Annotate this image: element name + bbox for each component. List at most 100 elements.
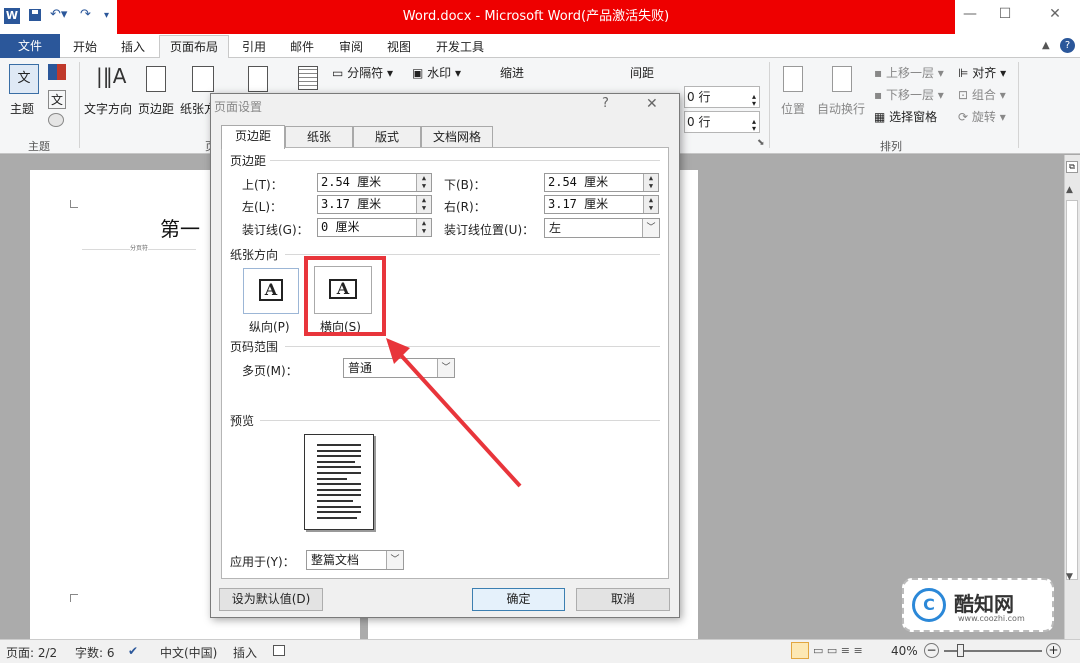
margins-button[interactable]: 页边距 bbox=[138, 100, 174, 117]
spacing-before-field[interactable]: 0 行 ▴ ▾ bbox=[684, 86, 760, 108]
left-margin-spinner[interactable]: ▲ ▼ bbox=[416, 196, 431, 213]
dialog-tab-layout[interactable]: 版式 bbox=[353, 126, 421, 148]
gutter-spinner[interactable]: ▲ ▼ bbox=[416, 219, 431, 236]
collapse-ribbon-icon[interactable]: ▲ bbox=[1042, 40, 1050, 51]
zoom-in-button[interactable]: + bbox=[1046, 643, 1061, 658]
tab-mailings[interactable]: 邮件 bbox=[284, 38, 320, 58]
save-icon[interactable] bbox=[28, 8, 42, 25]
undo-icon[interactable]: ↶▾ bbox=[50, 7, 67, 22]
preview-line bbox=[317, 511, 361, 514]
left-margin-field[interactable]: 3.17 厘米 ▲ ▼ bbox=[317, 195, 432, 214]
scroll-thumb[interactable] bbox=[1066, 200, 1078, 580]
restore-button[interactable]: ☐ bbox=[990, 6, 1020, 28]
zoom-slider-thumb[interactable] bbox=[957, 644, 964, 657]
preview-line bbox=[317, 505, 361, 508]
right-margin-spinner[interactable]: ▲ ▼ bbox=[643, 196, 658, 213]
rotate-button[interactable]: ⟳ 旋转 ▾ bbox=[958, 108, 1006, 125]
top-margin-field[interactable]: 2.54 厘米 ▲ ▼ bbox=[317, 173, 432, 192]
theme-effects-icon[interactable] bbox=[48, 113, 64, 127]
view-print-layout-icon[interactable] bbox=[791, 642, 809, 659]
portrait-option[interactable]: A bbox=[243, 268, 299, 314]
word-app-icon[interactable]: W bbox=[4, 8, 20, 24]
position-button[interactable]: 位置 bbox=[781, 100, 805, 117]
columns-icon bbox=[298, 66, 318, 90]
bottom-margin-spinner[interactable]: ▲ ▼ bbox=[643, 174, 658, 191]
margins-section-label: 页边距 bbox=[230, 152, 271, 169]
dialog-close-button[interactable]: ✕ bbox=[646, 96, 658, 112]
tab-view[interactable]: 视图 bbox=[381, 38, 417, 58]
chevron-down-icon: ﹀ bbox=[642, 219, 659, 237]
language[interactable]: 中文(中国) bbox=[160, 644, 217, 661]
orientation-icon bbox=[192, 66, 214, 92]
highlight-box bbox=[304, 256, 386, 336]
top-margin-spinner[interactable]: ▲ ▼ bbox=[416, 174, 431, 191]
site-watermark-url: www.coozhi.com bbox=[958, 614, 1025, 623]
dialog-tab-paper[interactable]: 纸张 bbox=[285, 126, 353, 148]
themes-icon[interactable]: 文 bbox=[9, 64, 39, 94]
view-buttons-icon[interactable]: ▭ ▭ ≡ ≡ bbox=[813, 644, 863, 657]
themes-button[interactable]: 主题 bbox=[10, 100, 34, 117]
margin-corner-mark bbox=[70, 200, 78, 208]
bring-forward-button[interactable]: ▪ 上移一层 ▾ bbox=[874, 64, 944, 81]
bottom-margin-field[interactable]: 2.54 厘米 ▲ ▼ bbox=[544, 173, 659, 192]
right-margin-field[interactable]: 3.17 厘米 ▲ ▼ bbox=[544, 195, 659, 214]
macro-record-icon[interactable] bbox=[273, 645, 285, 656]
gutter-position-select[interactable]: 左 ﹀ bbox=[544, 218, 660, 238]
selection-pane-button[interactable]: ▦ 选择窗格 bbox=[874, 108, 937, 125]
tab-developer[interactable]: 开发工具 bbox=[430, 38, 490, 58]
dialog-help-button[interactable]: ? bbox=[602, 96, 609, 111]
send-backward-button[interactable]: ▪ 下移一层 ▾ bbox=[874, 86, 944, 103]
preview-line bbox=[317, 444, 361, 446]
zoom-out-button[interactable]: − bbox=[924, 643, 939, 658]
ok-button[interactable]: 确定 bbox=[472, 588, 565, 611]
divider bbox=[769, 62, 770, 148]
watermark-button[interactable]: ▣ 水印 ▾ bbox=[412, 64, 461, 81]
scroll-up-icon[interactable]: ▲ bbox=[1066, 185, 1073, 195]
breaks-button[interactable]: ▭ 分隔符 ▾ bbox=[332, 64, 393, 81]
gutter-field[interactable]: 0 厘米 ▲ ▼ bbox=[317, 218, 432, 237]
scroll-down-icon[interactable]: ▼ bbox=[1066, 572, 1073, 582]
align-button[interactable]: ⊫ 对齐 ▾ bbox=[958, 64, 1006, 81]
paragraph-launcher-icon[interactable]: ⬊ bbox=[757, 138, 765, 148]
preview-line bbox=[317, 466, 361, 469]
theme-colors-icon[interactable] bbox=[48, 64, 66, 80]
minimize-button[interactable]: — bbox=[955, 6, 985, 28]
set-as-default-button[interactable]: 设为默认值(D) bbox=[219, 588, 323, 611]
insert-mode[interactable]: 插入 bbox=[233, 644, 257, 661]
tab-file[interactable]: 文件 bbox=[0, 34, 60, 58]
tab-references[interactable]: 引用 bbox=[236, 38, 272, 58]
proofing-icon[interactable]: ✔︎ bbox=[128, 644, 138, 658]
zoom-level[interactable]: 40% bbox=[891, 644, 918, 658]
page-count[interactable]: 页面: 2/2 bbox=[6, 644, 57, 661]
tab-insert[interactable]: 插入 bbox=[115, 38, 151, 58]
tab-review[interactable]: 审阅 bbox=[333, 38, 369, 58]
preview-section-label: 预览 bbox=[230, 412, 259, 429]
tab-home[interactable]: 开始 bbox=[67, 38, 103, 58]
ruler-toggle-icon[interactable]: ⧉ bbox=[1066, 161, 1078, 173]
section-divider bbox=[270, 160, 660, 161]
text-direction-icon: |‖A bbox=[96, 64, 127, 88]
tab-page-layout[interactable]: 页面布局 bbox=[159, 35, 229, 59]
close-button[interactable]: ✕ bbox=[1040, 6, 1070, 28]
customize-qat-icon[interactable]: ▾ bbox=[104, 10, 109, 21]
theme-fonts-icon[interactable]: 文 bbox=[48, 90, 67, 109]
left-margin-value: 3.17 厘米 bbox=[321, 197, 382, 211]
spacing-after-field[interactable]: 0 行 ▴ ▾ bbox=[684, 111, 760, 133]
apply-to-select[interactable]: 整篇文档 ﹀ bbox=[306, 550, 404, 570]
divider bbox=[79, 62, 80, 148]
wrap-text-button[interactable]: 自动换行 bbox=[817, 100, 865, 117]
word-count[interactable]: 字数: 6 bbox=[75, 644, 115, 661]
group-button[interactable]: ⊡ 组合 ▾ bbox=[958, 86, 1006, 103]
text-direction-button[interactable]: 文字方向 bbox=[84, 100, 132, 117]
dialog-tab-doc-grid[interactable]: 文档网格 bbox=[421, 126, 493, 148]
cancel-button[interactable]: 取消 bbox=[576, 588, 670, 611]
preview-line bbox=[317, 516, 357, 519]
dialog-tab-margins[interactable]: 页边距 bbox=[221, 125, 285, 149]
document-heading[interactable]: 第一 bbox=[160, 213, 200, 242]
gutter-label: 装订线(G)： bbox=[242, 223, 309, 237]
redo-icon[interactable]: ↷ bbox=[80, 7, 91, 22]
divider bbox=[1018, 62, 1019, 148]
preview-line bbox=[317, 488, 361, 491]
help-icon[interactable]: ? bbox=[1060, 38, 1075, 53]
spacing-before-value: 0 行 bbox=[687, 90, 711, 104]
